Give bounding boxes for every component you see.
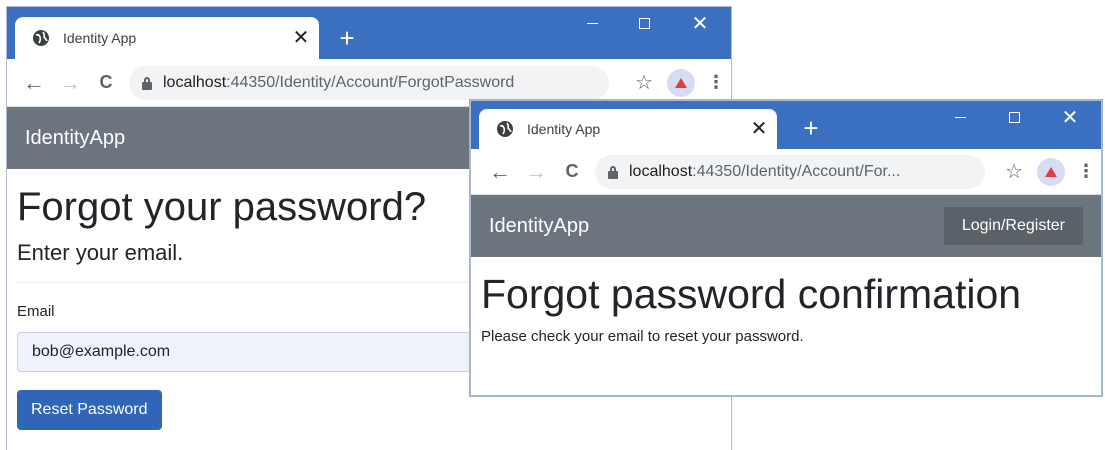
divider [17, 282, 487, 283]
forward-arrow-icon[interactable]: → [55, 68, 85, 98]
url-host: localhost [629, 162, 693, 180]
close-tab-icon[interactable]: ✕ [283, 28, 319, 48]
maximize-button[interactable] [991, 101, 1037, 137]
page-title: Forgot password confirmation [481, 271, 1022, 317]
maximize-icon [638, 18, 650, 30]
lock-icon [141, 76, 153, 90]
minimize-button[interactable] [937, 101, 983, 137]
globe-icon [31, 28, 51, 48]
reset-password-button[interactable]: Reset Password [17, 390, 162, 430]
brand-link[interactable]: IdentityApp [489, 215, 589, 238]
profile-icon [675, 77, 687, 88]
menu-kebab-icon[interactable]: ⋮ [1071, 161, 1101, 182]
globe-icon [495, 119, 515, 139]
close-window-button[interactable]: ✕ [1047, 101, 1093, 137]
minimize-button[interactable] [569, 7, 615, 43]
menu-kebab-icon[interactable]: ⋮ [701, 72, 731, 93]
forward-arrow-icon[interactable]: → [521, 157, 551, 187]
address-bar: ← → C localhost:44350/Identity/Account/F… [471, 149, 1101, 195]
reload-icon[interactable]: C [557, 157, 587, 187]
app-navbar: IdentityApp Login/Register [471, 195, 1101, 257]
title-bar: Identity App ✕ + ✕ [7, 7, 731, 59]
bookmark-star-icon[interactable]: ☆ [635, 70, 653, 95]
back-arrow-icon[interactable]: ← [19, 68, 49, 98]
back-arrow-icon[interactable]: ← [485, 157, 515, 187]
profile-avatar[interactable] [667, 68, 695, 97]
close-window-button[interactable]: ✕ [677, 7, 723, 43]
url-path: :44350/Identity/Account/For... [692, 162, 901, 180]
new-tab-button[interactable]: + [329, 21, 365, 57]
maximize-icon [1008, 112, 1020, 124]
browser-window-confirmation: Identity App ✕ + ✕ ← → C localhost:44350… [470, 100, 1102, 396]
profile-avatar[interactable] [1037, 157, 1065, 186]
url-field[interactable]: localhost:44350/Identity/Account/ForgotP… [129, 65, 609, 100]
page-content: IdentityApp Login/Register Forgot passwo… [471, 195, 1101, 395]
close-tab-icon[interactable]: ✕ [741, 119, 777, 139]
email-field[interactable]: bob@example.com [17, 332, 487, 372]
lock-icon [607, 165, 619, 179]
tab-title: Identity App [527, 121, 601, 137]
tab-title: Identity App [63, 30, 137, 46]
minimize-icon [586, 23, 598, 25]
new-tab-button[interactable]: + [793, 111, 829, 147]
url-path: :44350/Identity/Account/ForgotPassword [226, 73, 515, 91]
maximize-button[interactable] [621, 7, 667, 43]
browser-tab[interactable]: Identity App ✕ [479, 109, 777, 149]
profile-icon [1045, 166, 1057, 177]
url-host: localhost [163, 73, 227, 91]
browser-tab[interactable]: Identity App ✕ [15, 17, 319, 59]
minimize-icon [954, 117, 966, 119]
brand-link[interactable]: IdentityApp [25, 127, 125, 150]
bookmark-star-icon[interactable]: ☆ [1005, 159, 1023, 184]
title-bar: Identity App ✕ + ✕ [471, 101, 1101, 149]
url-field[interactable]: localhost:44350/Identity/Account/For... [595, 154, 985, 189]
login-register-button[interactable]: Login/Register [943, 207, 1083, 245]
confirmation-message: Please check your email to reset your pa… [481, 328, 804, 345]
reload-icon[interactable]: C [91, 68, 121, 98]
